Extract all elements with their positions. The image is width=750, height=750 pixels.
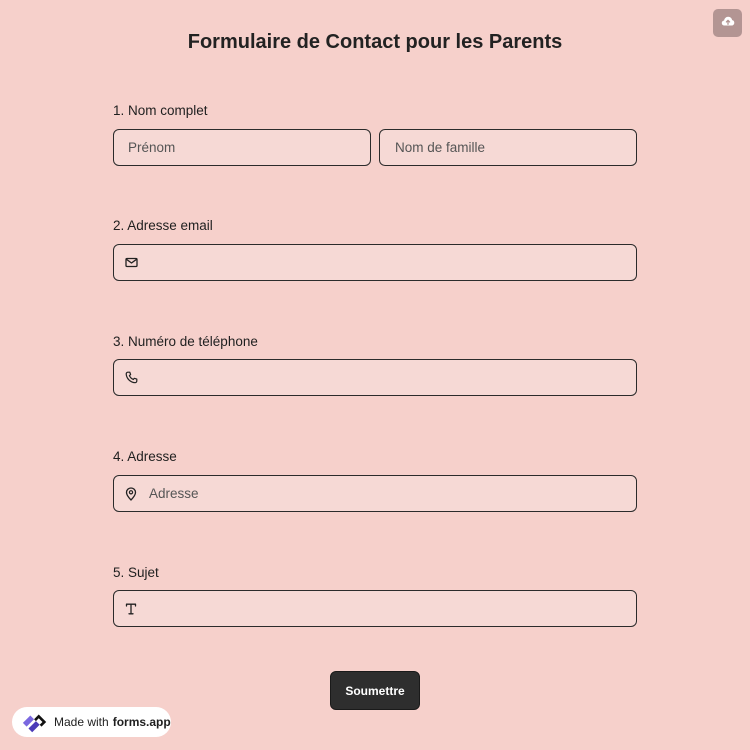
question-label-full-name: 1. Nom complet <box>113 103 208 118</box>
mail-icon <box>124 256 138 270</box>
form-page: Formulaire de Contact pour les Parents 1… <box>0 0 750 750</box>
email-input[interactable] <box>138 245 636 280</box>
cloud-upload-icon <box>721 14 735 32</box>
address-field[interactable] <box>113 475 637 512</box>
forms-app-logo-icon <box>21 711 49 733</box>
badge-made-with-text: Made with <box>54 715 109 729</box>
text-icon <box>124 602 138 616</box>
submit-button[interactable]: Soumettre <box>330 671 420 710</box>
question-label-phone: 3. Numéro de téléphone <box>113 334 258 349</box>
email-field[interactable] <box>113 244 637 281</box>
address-input[interactable] <box>138 476 636 511</box>
subject-field[interactable] <box>113 590 637 627</box>
subject-input[interactable] <box>138 591 636 626</box>
first-name-field[interactable] <box>113 129 371 166</box>
form-title: Formulaire de Contact pour les Parents <box>187 31 563 53</box>
badge-brand-text: forms.app <box>112 715 171 729</box>
first-name-input[interactable] <box>114 130 370 165</box>
last-name-field[interactable] <box>379 129 637 166</box>
last-name-input[interactable] <box>380 130 636 165</box>
phone-icon <box>124 371 138 385</box>
question-label-subject: 5. Sujet <box>113 565 159 580</box>
made-with-forms-app-badge[interactable]: Made with forms.app <box>12 707 171 737</box>
question-label-address: 4. Adresse <box>113 449 177 464</box>
phone-field[interactable] <box>113 359 637 396</box>
map-pin-icon <box>124 486 138 501</box>
question-label-email: 2. Adresse email <box>113 218 213 233</box>
phone-input[interactable] <box>138 360 636 395</box>
